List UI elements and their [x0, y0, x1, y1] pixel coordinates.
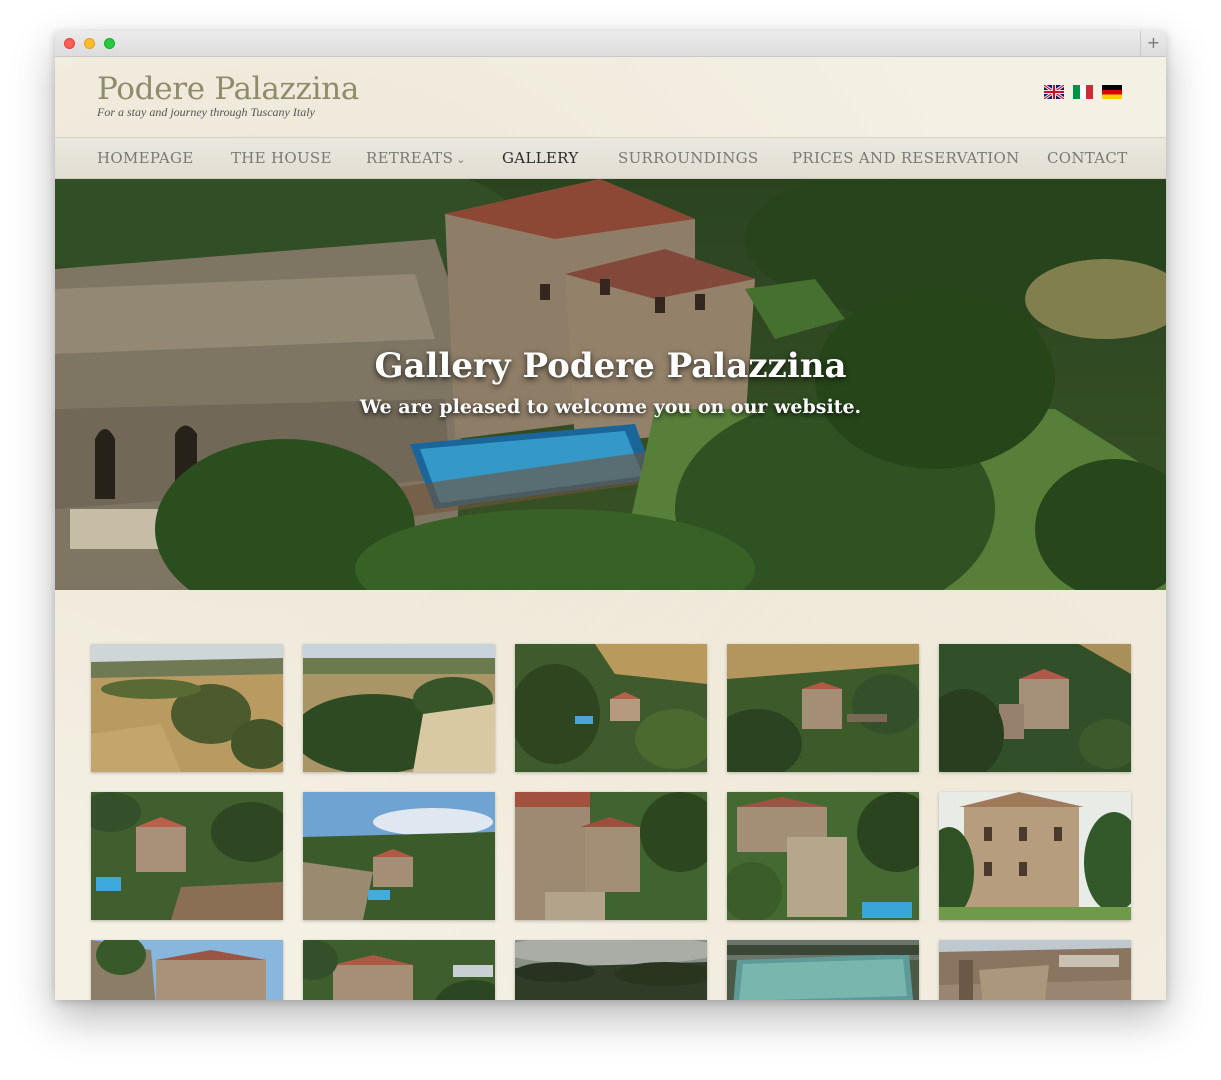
- nav-surroundings[interactable]: SURROUNDINGS: [618, 149, 759, 167]
- main-navigation: HOMEPAGE THE HOUSE RETREATS ⌄ GALLERY SUR…: [55, 137, 1166, 179]
- new-tab-icon[interactable]: +: [1140, 31, 1166, 56]
- maximize-window-button[interactable]: [104, 38, 115, 49]
- site-title[interactable]: Podere Palazzina: [97, 71, 359, 107]
- nav-prices-and-reservation[interactable]: PRICES AND RESERVATION: [792, 149, 1020, 167]
- minimize-window-button[interactable]: [84, 38, 95, 49]
- nav-retreats[interactable]: RETREATS ⌄: [366, 149, 466, 167]
- hero-banner: Gallery Podere Palazzina We are pleased …: [55, 179, 1166, 590]
- gallery-photo[interactable]: [939, 792, 1131, 920]
- gallery-photo[interactable]: [515, 644, 707, 772]
- gallery-photo[interactable]: [91, 644, 283, 772]
- gallery-photo[interactable]: [515, 792, 707, 920]
- hero-subtitle: We are pleased to welcome you on our web…: [359, 396, 862, 418]
- gallery-photo[interactable]: [727, 644, 919, 772]
- gallery-photo[interactable]: [727, 940, 919, 1000]
- german-flag-icon[interactable]: [1102, 85, 1122, 99]
- gallery-photo[interactable]: [727, 792, 919, 920]
- gallery-photo[interactable]: [939, 644, 1131, 772]
- nav-contact[interactable]: CONTACT: [1047, 149, 1128, 167]
- italian-flag-icon[interactable]: [1073, 85, 1093, 99]
- site-tagline: For a stay and journey through Tuscany I…: [97, 105, 315, 119]
- gallery-photo[interactable]: [91, 792, 283, 920]
- browser-window: + Podere Palazzina For a stay and journe…: [55, 31, 1166, 1000]
- browser-titlebar: +: [55, 31, 1166, 57]
- gallery-photo[interactable]: [303, 644, 495, 772]
- english-flag-icon[interactable]: [1044, 85, 1064, 99]
- gallery-photo[interactable]: [303, 792, 495, 920]
- hero-title: Gallery Podere Palazzina: [374, 346, 847, 386]
- language-switcher: [1044, 85, 1122, 99]
- nav-retreats-label: RETREATS: [366, 149, 454, 167]
- close-window-button[interactable]: [64, 38, 75, 49]
- gallery-photo[interactable]: [515, 940, 707, 1000]
- gallery-photo[interactable]: [91, 940, 283, 1000]
- gallery-photo[interactable]: [939, 940, 1131, 1000]
- web-page: Podere Palazzina For a stay and journey …: [55, 57, 1166, 1000]
- chevron-down-icon: ⌄: [456, 153, 466, 166]
- site-header: Podere Palazzina For a stay and journey …: [55, 57, 1166, 137]
- gallery-photo[interactable]: [303, 940, 495, 1000]
- nav-the-house[interactable]: THE HOUSE: [231, 149, 332, 167]
- nav-gallery[interactable]: GALLERY: [502, 149, 579, 167]
- nav-homepage[interactable]: HOMEPAGE: [97, 149, 194, 167]
